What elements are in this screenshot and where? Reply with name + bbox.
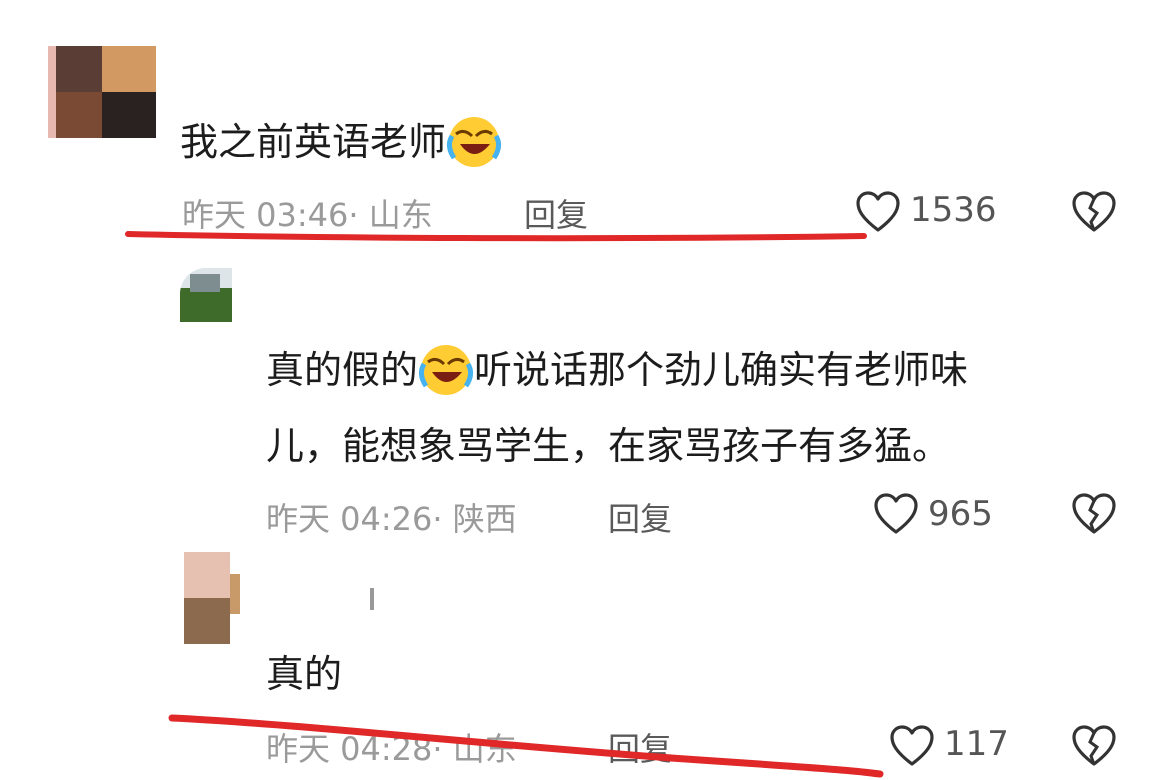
comment-text-part: 真的假的	[266, 348, 419, 392]
avatar[interactable]	[48, 46, 156, 138]
reply-button[interactable]: 回复	[524, 190, 588, 236]
comment-meta: 昨天 04:26· 陕西	[266, 494, 517, 540]
comment-time: 昨天 04:26	[266, 500, 433, 538]
dislike-broken-heart-icon[interactable]	[1070, 190, 1118, 234]
comment-meta: 昨天 03:46· 山东	[182, 190, 433, 236]
comment-text-part: 听说话那个劲儿确实有老师味	[474, 348, 969, 392]
comment-text: 真的	[266, 652, 343, 696]
comment-text: 我之前英语老师	[180, 104, 502, 180]
comment-time: 昨天 04:28	[266, 730, 433, 768]
comment-text-line2: 儿，能想象骂学生，在家骂孩子有多猛。	[266, 424, 951, 468]
reply-button[interactable]: 回复	[608, 724, 672, 770]
avatar[interactable]	[180, 268, 232, 322]
comment-location: · 陕西	[432, 500, 517, 538]
loudly-crying-laughing-emoji-icon	[418, 344, 474, 395]
like-count: 1536	[910, 190, 997, 230]
heart-icon[interactable]	[872, 492, 920, 536]
comment-thread: 我之前英语老师 昨天 03:46· 山东 回复 1536 真的假的 听说话那个劲…	[0, 0, 1170, 780]
comment-location: · 山东	[348, 196, 433, 234]
like-count: 117	[944, 724, 1009, 764]
like-count: 965	[928, 494, 993, 534]
comment-text-part: 我之前英语老师	[180, 120, 447, 164]
avatar[interactable]	[184, 552, 240, 644]
comment-location: · 山东	[432, 730, 517, 768]
heart-icon[interactable]	[888, 724, 936, 768]
loudly-crying-laughing-emoji-icon	[446, 116, 502, 167]
username-fragment	[370, 588, 374, 610]
reply-button[interactable]: 回复	[608, 494, 672, 540]
comment-text: 真的假的 听说话那个劲儿确实有老师味	[266, 332, 968, 408]
dislike-broken-heart-icon[interactable]	[1070, 492, 1118, 536]
comment-meta: 昨天 04:28· 山东	[266, 724, 517, 770]
dislike-broken-heart-icon[interactable]	[1070, 724, 1118, 768]
heart-icon[interactable]	[854, 190, 902, 234]
comment-time: 昨天 03:46	[182, 196, 349, 234]
